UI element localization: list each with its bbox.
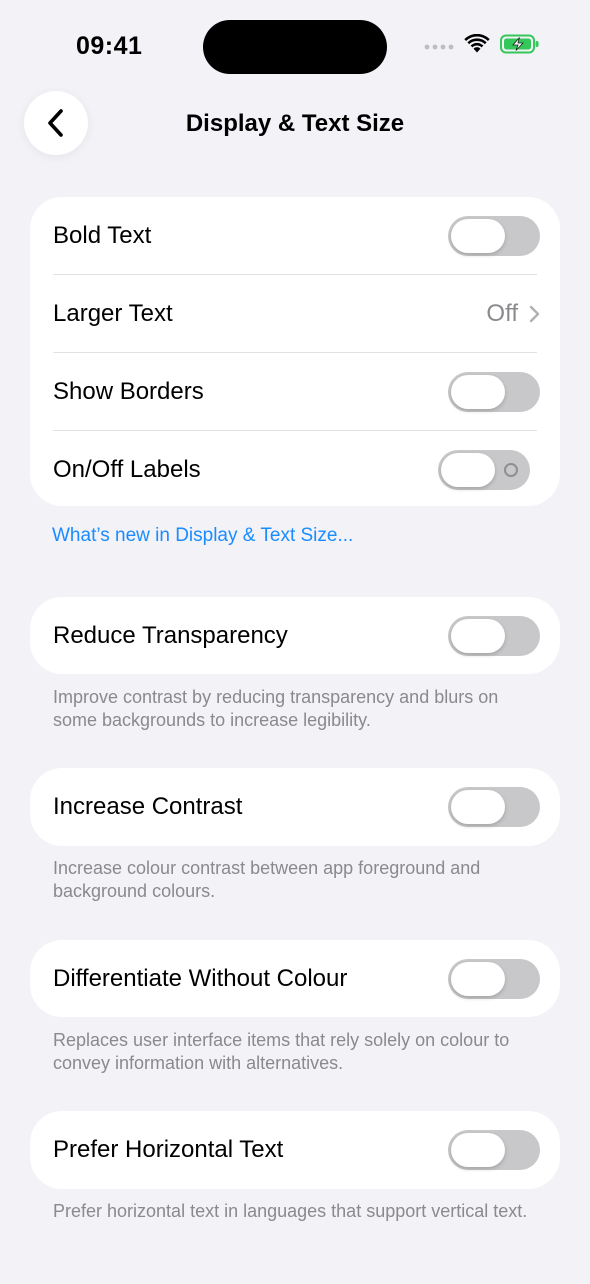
status-icons bbox=[424, 34, 540, 54]
prefer-horizontal-text-group: Prefer Horizontal Text bbox=[30, 1111, 560, 1189]
settings-screen: 09:41 Display & Text Size Bold Text Larg… bbox=[0, 0, 590, 1284]
cellular-signal-icon bbox=[424, 44, 454, 50]
battery-charging-icon bbox=[500, 34, 539, 54]
row-label: Increase Contrast bbox=[53, 793, 243, 820]
increase-contrast-toggle[interactable] bbox=[448, 787, 540, 827]
row-differentiate-without-colour: Differentiate Without Colour bbox=[30, 940, 560, 1017]
status-bar: 09:41 bbox=[0, 0, 590, 90]
show-borders-toggle[interactable] bbox=[448, 372, 540, 412]
prefer-horizontal-text-footnote: Prefer horizontal text in languages that… bbox=[53, 1201, 528, 1221]
row-label: Larger Text bbox=[53, 300, 173, 327]
row-label: Differentiate Without Colour bbox=[53, 964, 348, 992]
row-label: On/Off Labels bbox=[53, 456, 201, 483]
status-time: 09:41 bbox=[76, 32, 143, 60]
differentiate-without-colour-footnote: Replaces user interface items that rely … bbox=[53, 1030, 510, 1073]
reduce-transparency-toggle[interactable] bbox=[448, 615, 540, 656]
differentiate-without-colour-toggle[interactable] bbox=[448, 958, 540, 999]
increase-contrast-group: Increase Contrast bbox=[30, 768, 560, 846]
row-label: Prefer Horizontal Text bbox=[53, 1136, 284, 1163]
page-title: Display & Text Size bbox=[185, 110, 405, 137]
reduce-transparency-footnote: Improve contrast by reducing transparenc… bbox=[53, 687, 499, 730]
larger-text-disclosure[interactable]: Off bbox=[486, 300, 540, 328]
row-bold-text: Bold Text bbox=[30, 197, 560, 275]
row-prefer-horizontal-text: Prefer Horizontal Text bbox=[30, 1111, 560, 1189]
wifi-icon bbox=[464, 34, 490, 53]
differentiate-without-colour-group: Differentiate Without Colour bbox=[30, 940, 560, 1017]
larger-text-value: Off bbox=[486, 300, 518, 327]
off-label-ring-icon bbox=[504, 463, 518, 477]
row-on-off-labels: On/Off Labels bbox=[30, 431, 560, 506]
chevron-right-icon bbox=[529, 305, 540, 323]
bold-text-toggle[interactable] bbox=[448, 216, 540, 256]
whats-new-link[interactable]: What’s new in Display & Text Size... bbox=[52, 525, 353, 547]
dynamic-island bbox=[203, 20, 387, 74]
row-label: Bold Text bbox=[53, 222, 152, 249]
on-off-labels-toggle[interactable] bbox=[438, 450, 530, 490]
row-increase-contrast: Increase Contrast bbox=[30, 768, 560, 846]
row-label: Reduce Transparency bbox=[53, 621, 288, 649]
prefer-horizontal-text-toggle[interactable] bbox=[448, 1130, 540, 1170]
row-label: Show Borders bbox=[53, 378, 204, 405]
row-larger-text[interactable]: Larger Text Off bbox=[30, 275, 560, 353]
increase-contrast-footnote: Increase colour contrast between app for… bbox=[53, 858, 481, 901]
row-show-borders: Show Borders bbox=[30, 353, 560, 431]
row-reduce-transparency: Reduce Transparency bbox=[30, 597, 560, 674]
reduce-transparency-group: Reduce Transparency bbox=[30, 597, 560, 674]
display-options-group: Bold Text Larger Text Off Show Borders O… bbox=[30, 197, 560, 506]
